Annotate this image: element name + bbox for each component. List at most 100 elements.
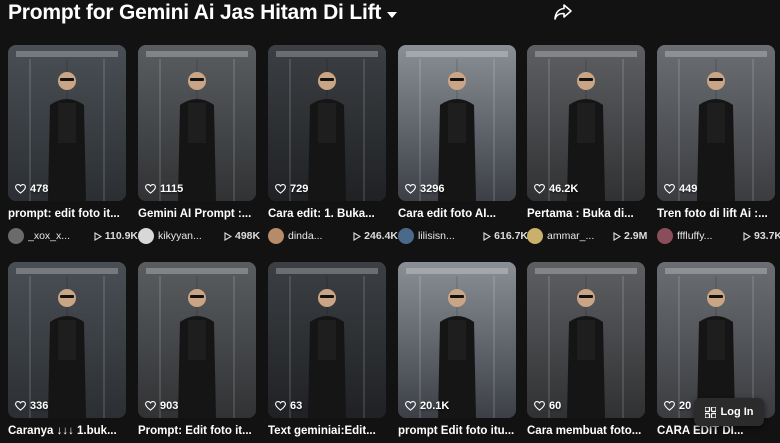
video-meta: fffluffy... 93.7K [657, 228, 780, 244]
video-thumbnail[interactable]: 3296 [398, 45, 516, 201]
like-count: 60 [534, 400, 561, 412]
heart-icon [534, 401, 545, 411]
heart-icon [275, 184, 286, 194]
video-caption[interactable]: prompt: edit foto it... [8, 208, 126, 220]
author-name[interactable]: fffluffy... [677, 230, 739, 242]
avatar[interactable] [138, 228, 154, 244]
video-thumbnail[interactable]: 60 [527, 262, 645, 418]
video-thumbnail[interactable]: 20.1K [398, 262, 516, 418]
video-thumbnail[interactable]: 1115 [138, 45, 256, 201]
video-thumbnail[interactable]: 20 [657, 262, 775, 418]
like-count-label: 903 [160, 400, 179, 412]
play-count: 616.7K [483, 230, 528, 242]
video-caption[interactable]: CARA EDIT DI... [657, 425, 775, 437]
login-button[interactable]: Log In [694, 398, 764, 426]
play-icon [224, 231, 232, 241]
like-count-label: 63 [290, 400, 303, 412]
like-count: 478 [15, 183, 48, 195]
like-count: 20.1K [405, 400, 449, 412]
video-thumbnail[interactable]: 46.2K [527, 45, 645, 201]
like-count-label: 20 [679, 400, 692, 412]
video-meta: ammar_... 2.9M [527, 228, 657, 244]
video-caption[interactable]: Tren foto di lift Ai :... [657, 208, 775, 220]
like-count-label: 449 [679, 183, 698, 195]
like-count: 3296 [405, 183, 444, 195]
video-caption[interactable]: Pertama : Buka di... [527, 208, 645, 220]
heart-icon [145, 184, 156, 194]
avatar[interactable] [268, 228, 284, 244]
like-count-label: 729 [290, 183, 309, 195]
video-thumbnail[interactable]: 903 [138, 262, 256, 418]
play-count: 498K [224, 230, 260, 242]
chevron-down-icon[interactable] [387, 11, 398, 18]
like-count: 20 [664, 400, 691, 412]
avatar[interactable] [657, 228, 673, 244]
like-count: 903 [145, 400, 178, 412]
page-title: Prompt for Gemini Ai Jas Hitam Di Lift [8, 1, 382, 24]
video-caption[interactable]: Cara edit: 1. Buka... [268, 208, 386, 220]
like-count-label: 60 [549, 400, 562, 412]
page-header: Prompt for Gemini Ai Jas Hitam Di Lift [8, 0, 398, 26]
video-caption[interactable]: Caranya ↓↓↓ 1.buk... [8, 425, 126, 437]
heart-icon [405, 184, 416, 194]
video-thumbnail[interactable]: 63 [268, 262, 386, 418]
author-name[interactable]: _xox_x... [28, 230, 90, 242]
avatar[interactable] [527, 228, 543, 244]
like-count: 1115 [145, 183, 183, 195]
author-name[interactable]: dinda... [288, 230, 349, 242]
play-count: 110.9K [94, 230, 138, 242]
like-count: 46.2K [534, 183, 578, 195]
heart-icon [534, 184, 545, 194]
like-count-label: 478 [30, 183, 49, 195]
like-count-label: 20.1K [420, 400, 450, 412]
video-meta: dinda... 246.4K [268, 228, 398, 244]
video-thumbnail[interactable]: 729 [268, 45, 386, 201]
play-icon [743, 231, 751, 241]
play-count-label: 93.7K [754, 230, 780, 242]
video-caption[interactable]: Gemini AI Prompt :... [138, 208, 256, 220]
heart-icon [15, 184, 26, 194]
share-icon[interactable] [553, 3, 573, 21]
video-meta: kikyyan... 498K [138, 228, 268, 244]
video-thumbnail[interactable]: 449 [657, 45, 775, 201]
play-count: 2.9M [613, 230, 647, 242]
like-count: 729 [275, 183, 308, 195]
play-count: 93.7K [743, 230, 780, 242]
heart-icon [145, 401, 156, 411]
login-label: Log In [720, 406, 754, 418]
heart-icon [275, 401, 286, 411]
like-count-label: 1115 [160, 183, 184, 195]
video-caption[interactable]: Text geminiai:Edit... [268, 425, 386, 437]
heart-icon [664, 401, 675, 411]
play-count-label: 616.7K [494, 230, 528, 242]
grid-icon [704, 406, 716, 418]
video-meta: _xox_x... 110.9K [8, 228, 138, 244]
video-thumbnail[interactable]: 478 [8, 45, 126, 201]
like-count: 336 [15, 400, 48, 412]
author-name[interactable]: ammar_... [547, 230, 609, 242]
video-caption[interactable]: prompt Edit foto itu... [398, 425, 516, 437]
like-count: 449 [664, 183, 697, 195]
play-count-label: 2.9M [624, 230, 648, 242]
like-count-label: 336 [30, 400, 49, 412]
avatar[interactable] [398, 228, 414, 244]
play-count: 246.4K [353, 230, 398, 242]
video-caption[interactable]: Cara membuat foto... [527, 425, 645, 437]
video-thumbnail[interactable]: 336 [8, 262, 126, 418]
heart-icon [664, 184, 675, 194]
like-count-label: 3296 [420, 183, 445, 195]
video-caption[interactable]: Cara edit foto AI... [398, 208, 516, 220]
play-icon [483, 231, 492, 241]
avatar[interactable] [8, 228, 24, 244]
play-icon [613, 231, 621, 241]
like-count-label: 46.2K [549, 183, 579, 195]
heart-icon [405, 401, 416, 411]
author-name[interactable]: lilisisn... [418, 230, 479, 242]
play-count-label: 498K [235, 230, 261, 242]
video-caption[interactable]: Prompt: Edit foto it... [138, 425, 256, 437]
play-icon [94, 231, 102, 241]
heart-icon [15, 401, 26, 411]
play-icon [353, 231, 362, 241]
play-count-label: 246.4K [364, 230, 398, 242]
author-name[interactable]: kikyyan... [158, 230, 220, 242]
